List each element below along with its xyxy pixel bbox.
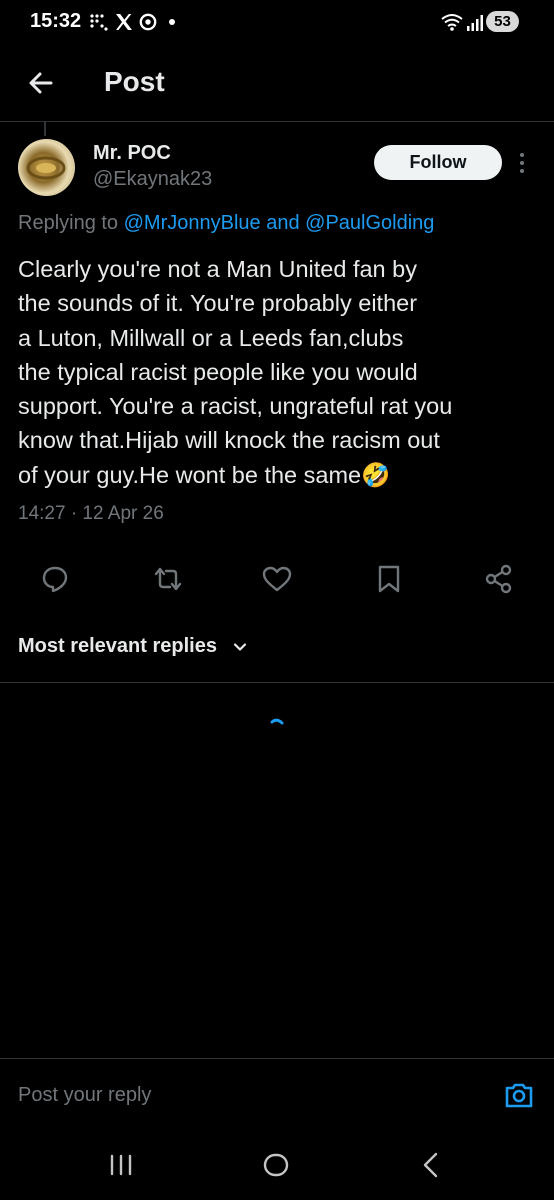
home-icon[interactable] (261, 1148, 291, 1182)
share-icon[interactable] (482, 562, 516, 596)
repost-icon[interactable] (151, 562, 185, 596)
post-timestamp[interactable]: 14:27 · 12 Apr 26 (18, 503, 164, 525)
replying-and: and (260, 212, 306, 234)
nav-back-icon[interactable] (416, 1148, 446, 1182)
author-name[interactable]: Mr. POC (93, 142, 171, 165)
chevron-down-icon[interactable] (232, 639, 248, 655)
author-handle[interactable]: @Ekaynak23 (93, 168, 212, 191)
wifi-icon (441, 14, 463, 31)
composer-divider (0, 1058, 554, 1059)
status-time: 15:32 (30, 10, 82, 32)
post-text-line: the sounds of it. You're probably either (18, 290, 418, 317)
notification-dot-icon (169, 19, 175, 25)
recent-apps-icon[interactable] (106, 1148, 136, 1182)
page-title: Post (104, 66, 165, 97)
header-divider (0, 121, 554, 122)
replying-to: Replying to @MrJonnyBlue and @PaulGoldin… (18, 212, 434, 235)
grid-dots-icon (90, 14, 108, 31)
x-logo-icon (116, 14, 132, 30)
mention-link[interactable]: @MrJonnyBlue (124, 212, 261, 234)
post-text-line: the typical racist people like you would (18, 358, 418, 385)
heart-icon[interactable] (260, 562, 294, 596)
post-text: Clearly you're not a Man United fan by t… (18, 252, 538, 492)
avatar-image (26, 156, 66, 180)
post-text-line: Clearly you're not a Man United fan by (18, 256, 417, 282)
signal-icon (467, 15, 483, 31)
loading-spinner-icon (270, 718, 284, 725)
arrow-left-icon[interactable] (24, 66, 58, 100)
mention-link[interactable]: @PaulGolding (305, 212, 434, 234)
bookmark-icon[interactable] (372, 562, 406, 596)
replying-prefix: Replying to (18, 212, 124, 234)
post-text-line: support. You're a racist, ungrateful rat… (18, 393, 453, 420)
post-text-line: know that.Hijab will knock the racism ou… (18, 427, 440, 454)
chrome-icon (139, 13, 157, 31)
section-divider (0, 682, 554, 683)
reply-icon[interactable] (38, 562, 72, 596)
replies-sort-button[interactable]: Most relevant replies (18, 635, 217, 658)
reply-input[interactable]: Post your reply (18, 1084, 151, 1107)
avatar[interactable] (18, 139, 75, 196)
post-text-line: a Luton, Millwall or a Leeds fan,clubs (18, 324, 404, 351)
thread-line (44, 122, 46, 136)
post-text-line: of your guy.He wont be the same🤣 (18, 461, 391, 488)
more-vertical-icon[interactable] (516, 150, 528, 176)
battery-indicator: 53 (486, 11, 519, 32)
follow-button[interactable]: Follow (374, 145, 502, 180)
camera-icon[interactable] (504, 1080, 534, 1110)
